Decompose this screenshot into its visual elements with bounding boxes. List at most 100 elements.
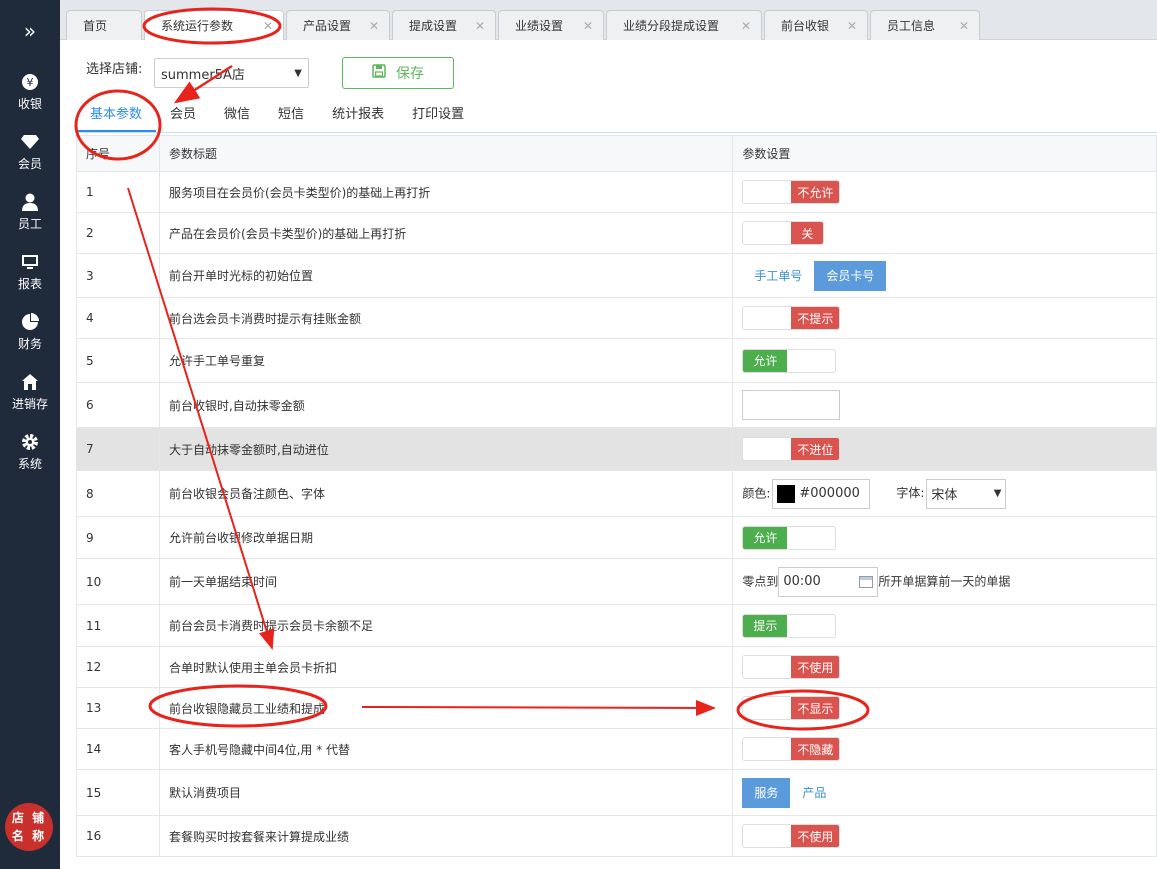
sidebar-item-label: 会员 — [17, 157, 42, 171]
segment-option[interactable]: 会员卡号 — [814, 260, 887, 291]
close-icon[interactable]: ✕ — [369, 19, 379, 33]
option-segment: 手工单号 会员卡号 — [742, 260, 887, 291]
tab-staff-info[interactable]: 员工信息 ✕ — [870, 10, 980, 40]
row-title: 前台收银会员备注颜色、字体 — [158, 470, 734, 517]
row-setting: 允许 — [732, 338, 1157, 383]
toggle-switch[interactable]: 不提示 — [742, 306, 841, 330]
gear-icon — [20, 432, 40, 452]
store-badge-line1: 店 铺 — [11, 811, 47, 825]
tab-front-cashier[interactable]: 前台收银 ✕ — [764, 10, 868, 40]
row-number: 12 — [76, 646, 160, 688]
switch-state-label: 允许 — [743, 526, 788, 549]
close-icon[interactable]: ✕ — [583, 19, 593, 33]
toggle-switch[interactable]: 不显示 — [742, 696, 841, 720]
sidebar-item-staff[interactable]: 员工 — [0, 182, 60, 242]
sidebar-item-inventory[interactable]: 进销存 — [0, 362, 60, 422]
row-setting: 不隐藏 — [732, 728, 1157, 770]
toggle-switch[interactable]: 不隐藏 — [742, 737, 841, 761]
subtab-print[interactable]: 打印设置 — [398, 98, 478, 132]
toggle-switch[interactable]: 不允许 — [742, 180, 841, 204]
store-badge-line2: 名 称 — [11, 829, 47, 843]
row-setting: 不使用 — [732, 646, 1157, 688]
toggle-switch[interactable]: 允许 — [742, 525, 837, 550]
toggle-switch[interactable]: 不进位 — [742, 437, 841, 461]
row-number: 1 — [76, 171, 160, 213]
close-icon[interactable]: ✕ — [263, 19, 273, 33]
table-row: 1 服务项目在会员价(会员卡类型价)的基础上再打折 不允许 — [76, 171, 1157, 213]
toggle-switch[interactable]: 允许 — [742, 348, 837, 373]
time-value: 00:00 — [783, 574, 821, 589]
store-select-value: summer5A店 — [161, 67, 245, 83]
close-icon[interactable]: ✕ — [959, 19, 969, 33]
row-title: 允许前台收银修改单据日期 — [158, 516, 734, 559]
switch-state-label: 关 — [791, 222, 824, 244]
table-row: 13 前台收银隐藏员工业绩和提成 不显示 — [76, 687, 1157, 729]
row-setting: 不允许 — [732, 171, 1157, 213]
tab-label: 业绩设置 — [515, 19, 564, 33]
subtab-wechat[interactable]: 微信 — [210, 98, 264, 132]
switch-state-label: 提示 — [743, 614, 788, 637]
switch-knob — [787, 526, 836, 549]
save-button[interactable]: 保存 — [342, 57, 454, 89]
switch-knob — [743, 825, 792, 847]
tab-tiered-commission[interactable]: 业绩分段提成设置 ✕ — [606, 10, 762, 40]
store-select[interactable]: summer5A店 ▼ — [154, 58, 309, 88]
sidebar-item-label: 报表 — [17, 277, 42, 291]
sidebar: » ¥ 收银 会员 员工 报表 财务 进销存 系统 店 铺 名 称 — [0, 0, 60, 869]
row-number: 4 — [76, 297, 160, 339]
tab-system-params[interactable]: 系统运行参数 ✕ — [144, 10, 284, 40]
segment-option[interactable]: 服务 — [742, 777, 791, 808]
row-setting: 服务 产品 — [732, 769, 1157, 816]
switch-knob — [743, 181, 792, 203]
tab-product-settings[interactable]: 产品设置 ✕ — [286, 10, 390, 40]
font-select[interactable]: 宋体 ▼ — [926, 478, 1007, 509]
row-setting: 颜色: #000000 字体: 宋体 ▼ — [732, 470, 1157, 517]
subtab-sms[interactable]: 短信 — [264, 98, 318, 132]
sidebar-toggle-button[interactable]: » — [0, 0, 60, 62]
sidebar-item-member[interactable]: 会员 — [0, 122, 60, 182]
tab-label: 前台收银 — [781, 19, 830, 33]
end-time-input[interactable]: 00:00 — [778, 566, 879, 597]
color-picker[interactable]: #000000 — [772, 478, 871, 509]
row-title: 客人手机号隐藏中间4位,用 * 代替 — [158, 728, 734, 770]
table-row: 4 前台选会员卡消费时提示有挂账金额 不提示 — [76, 297, 1157, 339]
home-icon — [20, 372, 40, 392]
diamond-icon — [20, 132, 40, 152]
rounding-amount-input[interactable] — [742, 390, 841, 420]
switch-state-label: 不隐藏 — [791, 738, 840, 760]
switch-knob — [787, 349, 836, 372]
switch-state-label: 不使用 — [791, 656, 840, 678]
toggle-switch[interactable]: 不使用 — [742, 655, 841, 679]
close-icon[interactable]: ✕ — [475, 19, 485, 33]
row-title: 前台收银时,自动抹零金额 — [158, 382, 734, 428]
row-title: 前台会员卡消费时提示会员卡余额不足 — [158, 604, 734, 647]
sidebar-item-system[interactable]: 系统 — [0, 422, 60, 482]
tab-home[interactable]: 首页 — [66, 10, 142, 40]
store-selector-row: 选择店铺: — [86, 58, 142, 77]
sidebar-item-label: 财务 — [17, 337, 42, 351]
calendar-icon[interactable] — [859, 575, 874, 588]
sidebar-item-cashier[interactable]: ¥ 收银 — [0, 62, 60, 122]
subtab-basic[interactable]: 基本参数 — [76, 98, 157, 132]
subtab-report[interactable]: 统计报表 — [318, 98, 398, 132]
segment-option[interactable]: 手工单号 — [742, 261, 814, 291]
row-number: 13 — [76, 687, 160, 729]
subtab-member[interactable]: 会员 — [156, 98, 210, 132]
row-number: 10 — [76, 558, 160, 605]
row-number: 14 — [76, 728, 160, 770]
toggle-switch[interactable]: 关 — [742, 221, 825, 245]
close-icon[interactable]: ✕ — [741, 19, 751, 33]
sidebar-item-finance[interactable]: 财务 — [0, 302, 60, 362]
switch-state-label: 不进位 — [791, 438, 840, 460]
toggle-switch[interactable]: 提示 — [742, 613, 837, 638]
tab-performance-settings[interactable]: 业绩设置 ✕ — [498, 10, 604, 40]
switch-state-label: 不允许 — [791, 181, 840, 203]
sidebar-item-report[interactable]: 报表 — [0, 242, 60, 302]
segment-option[interactable]: 产品 — [790, 778, 838, 808]
params-table: 序号 参数标题 参数设置 1 服务项目在会员价(会员卡类型价)的基础上再打折 不允许… — [76, 135, 1157, 857]
toggle-switch[interactable]: 不使用 — [742, 824, 841, 848]
row-setting — [732, 382, 1157, 428]
store-name-badge[interactable]: 店 铺 名 称 — [5, 803, 53, 851]
close-icon[interactable]: ✕ — [847, 19, 857, 33]
tab-commission-settings[interactable]: 提成设置 ✕ — [392, 10, 496, 40]
